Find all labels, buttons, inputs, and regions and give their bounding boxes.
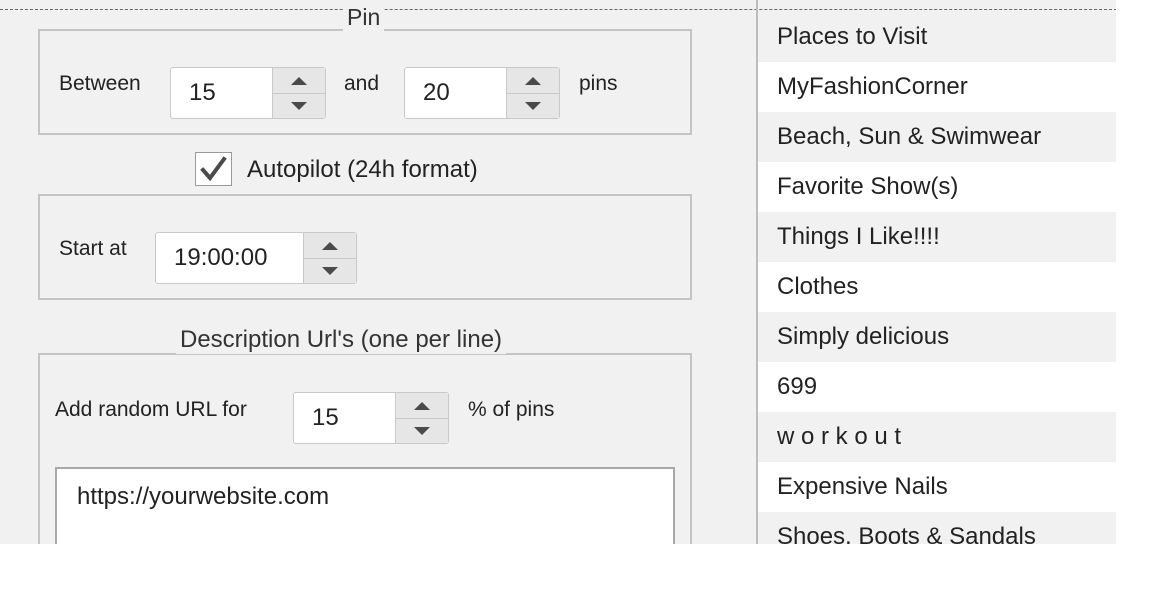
spinner-buttons bbox=[395, 393, 448, 443]
pins-label: pins bbox=[579, 72, 618, 95]
spinner-buttons bbox=[303, 233, 356, 283]
list-item[interactable]: Simply delicious bbox=[758, 312, 1116, 362]
list-item[interactable]: w o r k o u t bbox=[758, 412, 1116, 462]
percent-value[interactable]: 15 bbox=[312, 393, 339, 443]
check-icon bbox=[200, 156, 227, 182]
pin-legend: Pin bbox=[343, 4, 385, 31]
arrow-up-icon[interactable] bbox=[273, 68, 325, 94]
autopilot-group bbox=[38, 194, 692, 300]
list-item[interactable]: Things I Like!!!! bbox=[758, 212, 1116, 262]
max-pins-value[interactable]: 20 bbox=[423, 68, 450, 118]
arrow-down-icon[interactable] bbox=[396, 418, 448, 443]
percent-spinner[interactable]: 15 bbox=[293, 392, 449, 444]
spinner-buttons bbox=[506, 68, 559, 118]
min-pins-value[interactable]: 15 bbox=[189, 68, 216, 118]
list-item[interactable]: Expensive Nails bbox=[758, 462, 1116, 512]
list-item[interactable]: Shoes, Boots & Sandals bbox=[758, 512, 1116, 544]
between-label: Between bbox=[59, 72, 141, 95]
arrow-down-icon[interactable] bbox=[507, 93, 559, 118]
start-time-value[interactable]: 19:00:00 bbox=[174, 233, 267, 283]
percent-suffix-label: % of pins bbox=[468, 398, 555, 421]
start-at-label: Start at bbox=[59, 237, 127, 260]
autopilot-checkbox[interactable] bbox=[195, 152, 232, 186]
and-label: and bbox=[344, 72, 380, 95]
max-pins-spinner[interactable]: 20 bbox=[404, 67, 560, 119]
list-item[interactable]: Clothes bbox=[758, 262, 1116, 312]
arrow-up-icon[interactable] bbox=[396, 393, 448, 419]
list-item[interactable]: Favorite Show(s) bbox=[758, 162, 1116, 212]
top-dashed-border bbox=[0, 9, 1172, 10]
random-url-label: Add random URL for bbox=[55, 398, 247, 421]
spinner-buttons bbox=[272, 68, 325, 118]
arrow-down-icon[interactable] bbox=[273, 93, 325, 118]
list-item[interactable]: Beach, Sun & Swimwear bbox=[758, 112, 1116, 162]
autopilot-label[interactable]: Autopilot (24h format) bbox=[247, 156, 478, 184]
right-panel-background bbox=[1116, 0, 1172, 544]
urls-textarea[interactable]: https://yourwebsite.com bbox=[55, 467, 675, 544]
arrow-up-icon[interactable] bbox=[507, 68, 559, 94]
start-time-spinner[interactable]: 19:00:00 bbox=[155, 232, 357, 284]
min-pins-spinner[interactable]: 15 bbox=[170, 67, 326, 119]
arrow-down-icon[interactable] bbox=[304, 258, 356, 283]
list-item[interactable]: 699 bbox=[758, 362, 1116, 412]
description-urls-legend: Description Url's (one per line) bbox=[176, 326, 507, 354]
arrow-up-icon[interactable] bbox=[304, 233, 356, 259]
board-list[interactable]: Places to Visit MyFashionCorner Beach, S… bbox=[758, 12, 1116, 544]
list-item[interactable]: Places to Visit bbox=[758, 12, 1116, 62]
list-item[interactable]: MyFashionCorner bbox=[758, 62, 1116, 112]
urls-text[interactable]: https://yourwebsite.com bbox=[77, 483, 329, 511]
app-window: Pin Between 15 and 20 pins Autopilot (24… bbox=[0, 0, 1172, 544]
